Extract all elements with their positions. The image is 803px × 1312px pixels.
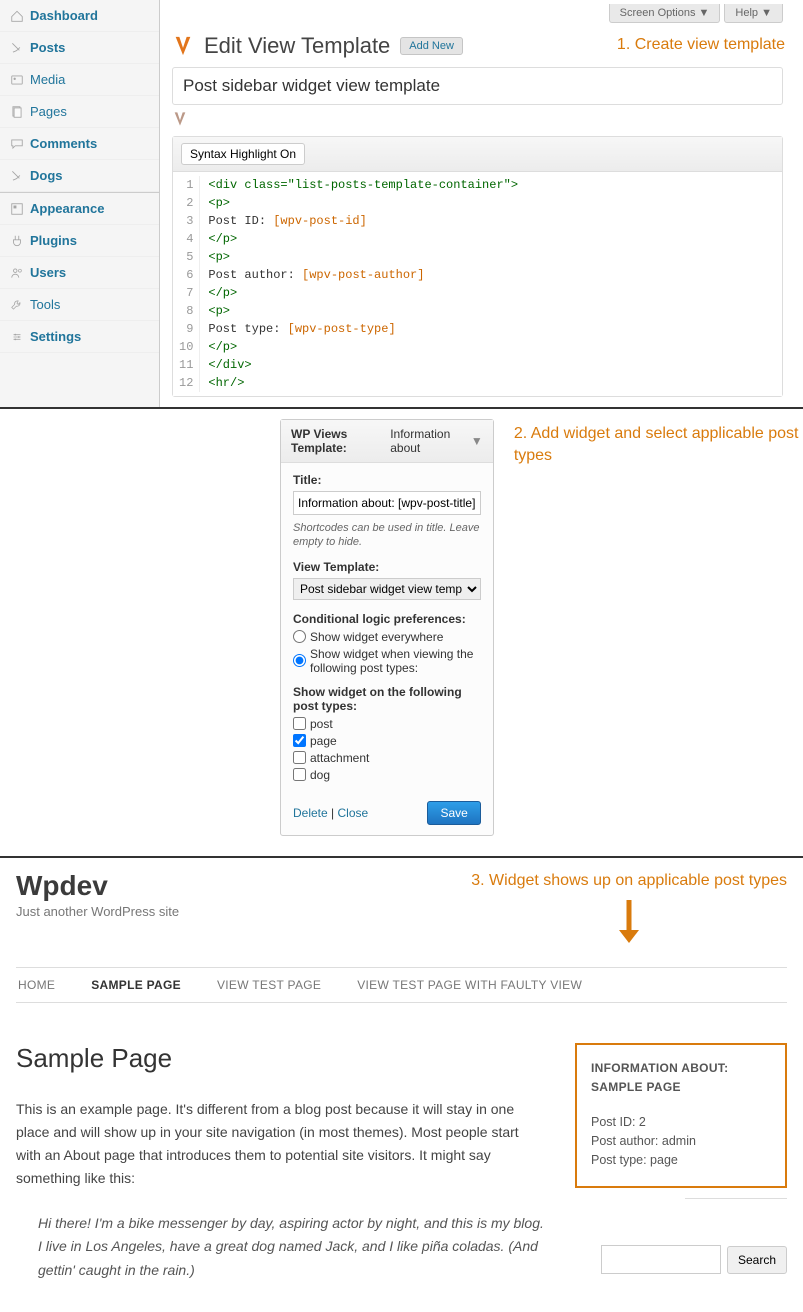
sidebar-item-posts[interactable]: Posts xyxy=(0,32,159,64)
sidebar-item-label: Settings xyxy=(30,329,81,344)
nav-item[interactable]: SAMPLE PAGE xyxy=(91,978,181,992)
annotation-3: 3. Widget shows up on applicable post ty… xyxy=(471,870,787,892)
users-icon xyxy=(10,266,24,280)
checkbox-post[interactable]: post xyxy=(293,717,481,731)
widget-title-label: Title: xyxy=(293,473,481,487)
sidebar-item-dogs[interactable]: Dogs xyxy=(0,160,159,192)
sidebar-item-label: Users xyxy=(30,265,66,280)
wp-admin-main: Screen Options ▼ Help ▼ Edit View Templa… xyxy=(160,0,803,407)
widget-output-heading: INFORMATION ABOUT: SAMPLE PAGE xyxy=(591,1059,771,1097)
sidebar-item-comments[interactable]: Comments xyxy=(0,128,159,160)
sidebar-item-users[interactable]: Users xyxy=(0,257,159,289)
nav-item[interactable]: VIEW TEST PAGE WITH FAULTY VIEW xyxy=(357,978,582,992)
add-new-button[interactable]: Add New xyxy=(400,37,463,55)
save-button[interactable]: Save xyxy=(427,801,480,825)
widget-header-title: Information about xyxy=(390,427,469,455)
syntax-highlight-button[interactable]: Syntax Highlight On xyxy=(181,143,305,165)
tools-icon xyxy=(10,298,24,312)
dashboard-icon xyxy=(10,9,24,23)
annotation-2: 2. Add widget and select applicable post… xyxy=(514,419,803,836)
checkbox-page[interactable]: page xyxy=(293,734,481,748)
annotation-1: 1. Create view template xyxy=(617,36,785,54)
sidebar-item-dashboard[interactable]: Dashboard xyxy=(0,0,159,32)
sidebar-item-label: Pages xyxy=(30,104,67,119)
code-area[interactable]: 123456789101112 <div class="list-posts-t… xyxy=(173,172,782,396)
page-heading: Sample Page xyxy=(16,1043,545,1074)
wp-admin-area: Dashboard Posts Media Pages Comments Dogs Appe… xyxy=(0,0,803,407)
checkbox-dog[interactable]: dog xyxy=(293,768,481,782)
frontend-preview: Wpdev Just another WordPress site 3. Wid… xyxy=(0,858,803,1312)
template-title-input[interactable] xyxy=(172,67,783,105)
widget-output-type: Post type: page xyxy=(591,1153,771,1167)
settings-icon xyxy=(10,330,24,344)
widget-config-box: WP Views Template: Information about ▼ T… xyxy=(280,419,494,836)
pages-icon xyxy=(10,105,24,119)
sidebar-item-label: Dashboard xyxy=(30,8,98,23)
site-title: Wpdev xyxy=(16,870,179,902)
widget-title-hint: Shortcodes can be used in title. Leave e… xyxy=(293,521,481,550)
plugins-icon xyxy=(10,234,24,248)
views-logo-icon xyxy=(172,35,194,57)
site-tagline: Just another WordPress site xyxy=(16,904,179,919)
radio-show-posttypes[interactable]: Show widget when viewing the following p… xyxy=(293,647,481,675)
sidebar-item-pages[interactable]: Pages xyxy=(0,96,159,128)
radio-show-everywhere[interactable]: Show widget everywhere xyxy=(293,630,481,644)
sidebar-item-media[interactable]: Media xyxy=(0,64,159,96)
down-arrow-icon xyxy=(471,898,787,953)
posttypes-label: Show widget on the following post types: xyxy=(293,685,481,713)
close-link[interactable]: Close xyxy=(337,806,368,820)
sidebar-item-label: Dogs xyxy=(30,168,63,183)
comments-icon xyxy=(10,137,24,151)
sidebar-item-plugins[interactable]: Plugins xyxy=(0,225,159,257)
code-editor: Syntax Highlight On 123456789101112 <div… xyxy=(172,136,783,397)
search-input[interactable] xyxy=(601,1245,721,1274)
sidebar-item-tools[interactable]: Tools xyxy=(0,289,159,321)
divider xyxy=(685,1198,787,1199)
sidebar-item-label: Plugins xyxy=(30,233,77,248)
help-tab[interactable]: Help ▼ xyxy=(724,4,783,23)
collapse-icon[interactable]: ▼ xyxy=(471,434,483,448)
appearance-icon xyxy=(10,202,24,216)
screen-options-tab[interactable]: Screen Options ▼ xyxy=(609,4,721,23)
dogs-icon xyxy=(10,169,24,183)
widget-header-prefix: WP Views Template: xyxy=(291,427,388,455)
views-small-icon xyxy=(172,111,188,127)
checkbox-attachment[interactable]: attachment xyxy=(293,751,481,765)
widget-output-postid: Post ID: 2 xyxy=(591,1115,771,1129)
posts-icon xyxy=(10,41,24,55)
sidebar-widget-output: INFORMATION ABOUT: SAMPLE PAGE Post ID: … xyxy=(575,1043,787,1188)
conditional-logic-label: Conditional logic preferences: xyxy=(293,612,481,626)
sidebar-item-label: Appearance xyxy=(30,201,104,216)
sidebar-item-label: Media xyxy=(30,72,65,87)
view-template-select[interactable]: Post sidebar widget view template xyxy=(293,578,481,600)
wp-admin-sidebar: Dashboard Posts Media Pages Comments Dogs Appe… xyxy=(0,0,160,407)
nav-item[interactable]: VIEW TEST PAGE xyxy=(217,978,321,992)
nav-item[interactable]: HOME xyxy=(18,978,55,992)
frontend-nav: HOME SAMPLE PAGE VIEW TEST PAGE VIEW TEST P… xyxy=(16,967,787,1003)
widget-header[interactable]: WP Views Template: Information about ▼ xyxy=(281,420,493,463)
sidebar-item-label: Comments xyxy=(30,136,97,151)
sidebar-item-label: Tools xyxy=(30,297,60,312)
sidebar-item-label: Posts xyxy=(30,40,65,55)
page-title: Edit View Template xyxy=(204,33,390,59)
widget-output-author: Post author: admin xyxy=(591,1134,771,1148)
page-quote: Hi there! I'm a bike messenger by day, a… xyxy=(16,1212,545,1281)
view-template-label: View Template: xyxy=(293,560,481,574)
sidebar-item-settings[interactable]: Settings xyxy=(0,321,159,353)
widget-title-input[interactable] xyxy=(293,491,481,515)
page-paragraph: This is an example page. It's different … xyxy=(16,1098,545,1190)
media-icon xyxy=(10,73,24,87)
sidebar-item-appearance[interactable]: Appearance xyxy=(0,193,159,225)
delete-link[interactable]: Delete xyxy=(293,806,328,820)
search-button[interactable]: Search xyxy=(727,1246,787,1274)
